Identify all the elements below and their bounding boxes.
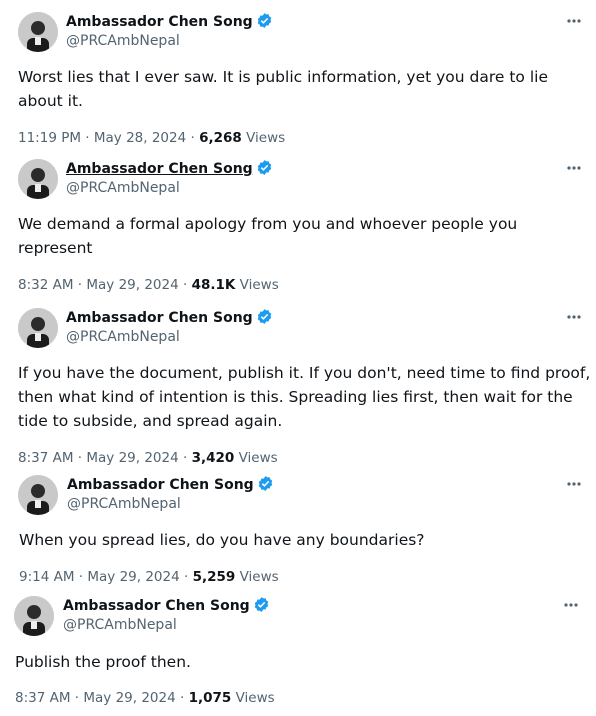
author-name[interactable]: Ambassador Chen Song (67, 475, 274, 494)
avatar[interactable] (18, 308, 58, 348)
separator: · (74, 569, 88, 585)
post-time[interactable]: 11:19 PM (18, 130, 81, 146)
views-label: Views (239, 277, 279, 293)
post-date[interactable]: May 29, 2024 (87, 569, 179, 585)
verified-badge-icon (257, 13, 271, 28)
post-text: Worst lies that I ever saw. It is public… (18, 68, 548, 110)
author-handle[interactable]: @PRCAmbNepal (66, 179, 180, 197)
verified-badge-icon (257, 160, 271, 175)
post-time[interactable]: 8:32 AM (18, 277, 74, 293)
separator: · (175, 690, 189, 706)
author-handle[interactable]: @PRCAmbNepal (66, 32, 180, 50)
separator: · (73, 450, 87, 466)
separator: · (70, 690, 84, 706)
author-name-text: Ambassador Chen Song (63, 598, 250, 614)
more-options-icon[interactable] (564, 11, 584, 31)
author-name[interactable]: Ambassador Chen Song (66, 159, 273, 178)
author-name-text: Ambassador Chen Song (67, 477, 254, 493)
verified-badge-icon (254, 597, 268, 612)
post-meta: 11:19 PM · May 28, 2024 · 6,268 Views (18, 129, 285, 147)
author-name-text: Ambassador Chen Song (66, 310, 253, 326)
post-meta: 8:37 AM · May 29, 2024 · 3,420 Views (18, 449, 278, 467)
post-meta: 8:32 AM · May 29, 2024 · 48.1K Views (18, 276, 279, 294)
separator: · (73, 277, 87, 293)
post-date[interactable]: May 29, 2024 (83, 690, 175, 706)
author-handle[interactable]: @PRCAmbNepal (63, 616, 177, 634)
post-text: We demand a formal apology from you and … (18, 215, 518, 257)
views-count: 1,075 (188, 690, 232, 706)
views-label: Views (239, 569, 279, 585)
avatar[interactable] (18, 12, 58, 52)
verified-badge-icon (258, 476, 272, 491)
avatar[interactable] (18, 475, 58, 515)
separator: · (81, 130, 94, 146)
author-name-text: Ambassador Chen Song (66, 14, 253, 30)
post-date[interactable]: May 28, 2024 (94, 130, 186, 146)
post-meta: 8:37 AM · May 29, 2024 · 1,075 Views (15, 689, 275, 707)
views-label: Views (246, 130, 286, 146)
separator: · (179, 569, 193, 585)
author-name[interactable]: Ambassador Chen Song (66, 12, 273, 31)
post-time[interactable]: 8:37 AM (15, 690, 71, 706)
avatar[interactable] (18, 159, 58, 199)
more-options-icon[interactable] (564, 307, 584, 327)
author-name[interactable]: Ambassador Chen Song (63, 596, 270, 615)
views-count: 6,268 (199, 130, 242, 146)
post-date[interactable]: May 29, 2024 (86, 450, 178, 466)
post-text: When you spread lies, do you have any bo… (19, 531, 425, 549)
author-name-text: Ambassador Chen Song (66, 161, 253, 177)
author-name[interactable]: Ambassador Chen Song (66, 308, 273, 327)
views-count: 5,259 (192, 569, 236, 585)
views-label: Views (238, 450, 278, 466)
separator: · (178, 450, 192, 466)
post-text: If you have the document, publish it. If… (18, 364, 591, 430)
post-meta: 9:14 AM · May 29, 2024 · 5,259 Views (19, 568, 279, 586)
more-options-icon[interactable] (564, 158, 584, 178)
post-time[interactable]: 9:14 AM (19, 569, 75, 585)
post-date[interactable]: May 29, 2024 (86, 277, 178, 293)
views-label: Views (235, 690, 275, 706)
author-handle[interactable]: @PRCAmbNepal (66, 328, 180, 346)
post-text: Publish the proof then. (15, 653, 191, 671)
views-count: 48.1K (191, 277, 236, 293)
more-options-icon[interactable] (561, 595, 581, 615)
separator: · (178, 277, 192, 293)
separator: · (186, 130, 200, 146)
views-count: 3,420 (191, 450, 235, 466)
author-handle[interactable]: @PRCAmbNepal (67, 495, 181, 513)
post-time[interactable]: 8:37 AM (18, 450, 74, 466)
more-options-icon[interactable] (564, 474, 584, 494)
avatar[interactable] (14, 596, 54, 636)
verified-badge-icon (257, 309, 271, 324)
